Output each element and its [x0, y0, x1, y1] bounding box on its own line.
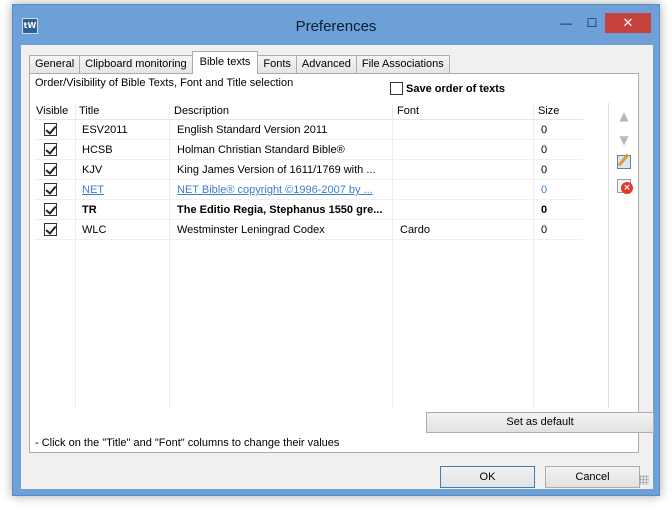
move-up-icon[interactable]: ▲: [615, 107, 633, 125]
row-size: 0: [541, 164, 548, 176]
row-description: King James Version of 1611/1769 with ...: [177, 164, 376, 176]
tab-general[interactable]: General: [29, 55, 81, 74]
title-bar[interactable]: tW Preferences — ☐ ✕: [13, 5, 659, 45]
row-actions-toolbar: ▲ ▼ ×: [608, 103, 638, 408]
row-visible-checkbox[interactable]: [44, 183, 60, 199]
set-as-default-button[interactable]: Set as default: [426, 412, 654, 433]
save-order-label: Save order of texts: [406, 82, 506, 95]
row-title[interactable]: ESV2011: [82, 124, 172, 136]
table-row[interactable]: TR The Editio Regia, Stephanus 1550 gre.…: [35, 200, 583, 220]
maximize-button[interactable]: ☐: [579, 13, 605, 33]
tab-file-associations[interactable]: File Associations: [355, 55, 450, 74]
header-font[interactable]: Font: [397, 105, 419, 117]
header-visible[interactable]: Visible: [36, 105, 68, 117]
move-down-icon[interactable]: ▼: [615, 131, 633, 149]
panel-description: Order/Visibility of Bible Texts, Font an…: [35, 77, 294, 89]
row-size: 0: [541, 224, 548, 236]
table-row[interactable]: ESV2011 English Standard Version 2011 0: [35, 120, 583, 140]
edit-icon[interactable]: [615, 153, 633, 171]
table-row[interactable]: NET NET Bible® copyright ©1996-2007 by .…: [35, 180, 583, 200]
save-order-checkbox-box[interactable]: [390, 82, 403, 95]
preferences-window: tW Preferences — ☐ ✕ General Clipboard m…: [12, 4, 660, 496]
bible-texts-panel: Order/Visibility of Bible Texts, Font an…: [29, 73, 654, 453]
row-size: 0: [541, 204, 548, 216]
row-description[interactable]: NET Bible® copyright ©1996-2007 by ...: [177, 184, 387, 196]
row-description: English Standard Version 2011: [177, 124, 328, 136]
header-size[interactable]: Size: [538, 105, 559, 117]
row-visible-checkbox[interactable]: [44, 143, 60, 159]
table-row[interactable]: KJV King James Version of 1611/1769 with…: [35, 160, 583, 180]
grid-header: Visible Title Description Font Size: [35, 103, 583, 120]
row-size: 0: [541, 184, 548, 196]
row-font[interactable]: Cardo: [400, 224, 530, 236]
row-title[interactable]: KJV: [82, 164, 172, 176]
row-description: Westminster Leningrad Codex: [177, 224, 325, 236]
row-visible-checkbox[interactable]: [44, 163, 60, 179]
row-visible-checkbox[interactable]: [44, 123, 60, 139]
row-visible-checkbox[interactable]: [44, 203, 60, 219]
hint-text: - Click on the "Title" and "Font" column…: [35, 437, 340, 449]
row-size: 0: [541, 144, 548, 156]
tab-clipboard-monitoring[interactable]: Clipboard monitoring: [79, 55, 193, 74]
row-title[interactable]: TR: [82, 204, 172, 216]
close-button[interactable]: ✕: [605, 13, 651, 33]
header-title[interactable]: Title: [79, 105, 99, 117]
resize-grip-icon[interactable]: [639, 475, 649, 485]
row-visible-checkbox[interactable]: [44, 223, 60, 239]
row-title[interactable]: NET: [82, 184, 172, 196]
save-order-checkbox[interactable]: Save order of texts: [390, 82, 505, 95]
tab-fonts[interactable]: Fonts: [257, 55, 297, 74]
minimize-button[interactable]: —: [553, 13, 579, 33]
delete-icon[interactable]: ×: [615, 177, 633, 195]
row-description: The Editio Regia, Stephanus 1550 gre...: [177, 204, 383, 216]
row-size: 0: [541, 124, 548, 136]
table-row[interactable]: HCSB Holman Christian Standard Bible® 0: [35, 140, 583, 160]
tab-advanced[interactable]: Advanced: [295, 55, 357, 74]
tab-strip: General Clipboard monitoring Bible texts…: [29, 51, 450, 74]
row-title[interactable]: HCSB: [82, 144, 172, 156]
tab-bible-texts[interactable]: Bible texts: [191, 51, 259, 74]
dialog-body: General Clipboard monitoring Bible texts…: [21, 45, 654, 489]
row-description: Holman Christian Standard Bible®: [177, 144, 345, 156]
row-title[interactable]: WLC: [82, 224, 172, 236]
header-description[interactable]: Description: [174, 105, 229, 117]
bible-texts-grid: Visible Title Description Font Size ESV2…: [35, 103, 583, 408]
cancel-button[interactable]: Cancel: [545, 466, 640, 488]
table-row[interactable]: WLC Westminster Leningrad Codex Cardo 0: [35, 220, 583, 240]
ok-button[interactable]: OK: [440, 466, 535, 488]
